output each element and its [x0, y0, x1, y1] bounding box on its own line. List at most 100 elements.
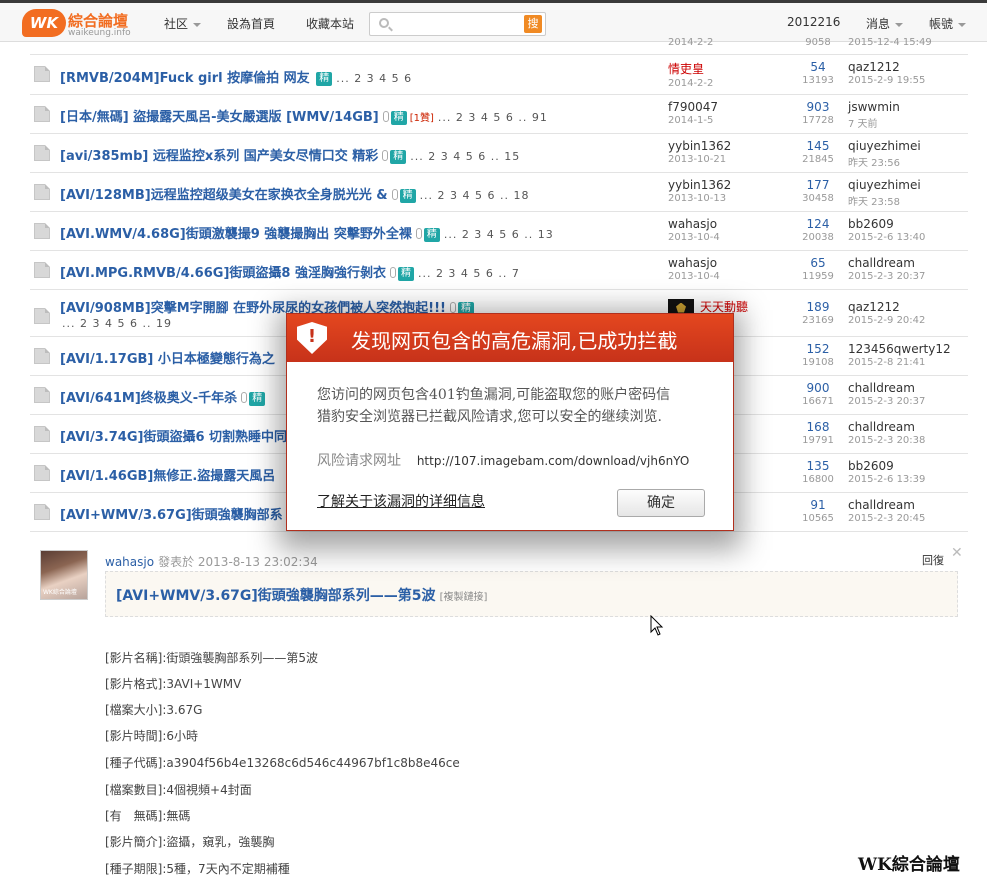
last-poster[interactable]: bb2609: [848, 217, 968, 231]
thread-title[interactable]: [AVI/1.46GB]無修正.盜撮露天風呂: [60, 465, 275, 484]
risk-url-row: 风险请求网址 http://107.imagebam.com/download/…: [317, 450, 733, 470]
last-poster[interactable]: challdream: [848, 420, 968, 434]
dialog-title: 发现网页包含的高危漏洞,已成功拦截: [351, 329, 678, 353]
last-poster[interactable]: jswwmin: [848, 100, 968, 114]
thread-title-text[interactable]: [AVI+WMV/3.67G]街頭強襲胸部系: [60, 508, 283, 523]
table-row[interactable]: [avi/385mb] 远程监控x系列 国产美女尽情口交 精彩精... 2 3 …: [30, 134, 968, 173]
thread-title-text[interactable]: [RMVB/204M]Fuck girl 按摩倫拍 网友: [60, 71, 310, 86]
thread-title[interactable]: [AVI.WMV/4.68G]街頭激襲撮9 強襲撮胸出 突擊野外全裸精 ... 2…: [60, 223, 554, 242]
nav-account-label: 帳號: [929, 17, 954, 31]
thread-title-text[interactable]: [AVI.WMV/4.68G]街頭激襲撮9 強襲撮胸出 突擊野外全裸: [60, 227, 412, 242]
copy-link-button[interactable]: [複製鏈接]: [440, 592, 488, 603]
last-post-date[interactable]: 2015-2-3 20:37: [848, 396, 968, 407]
post-field: [檔案數目]:4個視頻+4封面: [105, 781, 252, 798]
thread-title[interactable]: [AVI/1.17GB] 小日本極變態行為之: [60, 348, 275, 367]
page-links[interactable]: ... 2 3 4 5 6 .. 15: [410, 150, 520, 163]
nav-user-id[interactable]: 2012216: [787, 15, 840, 29]
chevron-down-icon: [895, 22, 904, 27]
thread-title-text[interactable]: [AVI/1.17GB] 小日本極變態行為之: [60, 352, 275, 367]
nav-set-home[interactable]: 設為首頁: [227, 15, 275, 32]
thread-date: 2013-10-4: [668, 271, 720, 282]
reply-count: 168: [806, 420, 830, 434]
nav-messages[interactable]: 消息: [866, 15, 904, 32]
search-input[interactable]: 搜: [369, 12, 546, 36]
field-key: [影片格式]:: [105, 677, 167, 691]
reply-count: 177: [806, 178, 830, 192]
last-post-date[interactable]: 7 天前: [848, 115, 968, 130]
last-poster[interactable]: 123456qwerty12: [848, 342, 968, 356]
close-icon[interactable]: ✕: [951, 545, 963, 561]
thread-author[interactable]: f790047: [668, 100, 778, 114]
nav-community[interactable]: 社区: [164, 15, 202, 32]
page-links[interactable]: ... 2 3 4 5 6 .. 13: [444, 228, 554, 241]
last-post-date[interactable]: 2015-2-6 13:40: [848, 232, 968, 243]
last-post-date[interactable]: 2015-2-8 21:41: [848, 357, 968, 368]
thread-title-text[interactable]: [AVI/128MB]远程监控超级美女在家换衣全身脱光光 &: [60, 188, 388, 203]
last-post-date[interactable]: 2015-2-9 20:42: [848, 315, 968, 326]
page-links[interactable]: ... 2 3 4 5 6 .. 7: [418, 267, 520, 280]
nav-account[interactable]: 帳號: [929, 15, 967, 32]
thread-title-text[interactable]: [日本/無碼] 盜撮露天風呂-美女嚴選版 [WMV/14GB]: [60, 110, 379, 125]
table-row[interactable]: [RMVB/204M]Fuck girl 按摩倫拍 网友 精... 2 3 4 …: [30, 55, 968, 95]
thread-title-text[interactable]: [AVI/3.74G]街頭盜攝6 切割熟睡中同: [60, 430, 287, 445]
search-button[interactable]: 搜: [524, 15, 542, 33]
thread-title[interactable]: [AVI/641M]终极奥义-千年杀精: [60, 387, 266, 406]
thread-author[interactable]: yybin1362: [668, 178, 778, 192]
avatar[interactable]: WK綜合論壇: [40, 550, 88, 600]
reply-count: 900: [806, 381, 830, 395]
last-post-date[interactable]: 2015-2-6 13:39: [848, 474, 968, 485]
page-links[interactable]: ... 2 3 4 5 6 .. 91: [438, 111, 548, 124]
document-icon: [34, 223, 50, 239]
last-post-date[interactable]: 2015-2-3 20:37: [848, 271, 968, 282]
last-poster[interactable]: challdream: [848, 381, 968, 395]
last-post-date[interactable]: 2015-2-3 20:45: [848, 513, 968, 524]
thread-title-text[interactable]: [AVI/1.46GB]無修正.盜撮露天風呂: [60, 469, 275, 484]
thread-author[interactable]: wahasjo: [668, 256, 778, 270]
last-post-date[interactable]: 昨天 23:56: [848, 154, 968, 169]
table-row[interactable]: [AVI.WMV/4.68G]街頭激襲撮9 強襲撮胸出 突擊野外全裸精 ... 2…: [30, 212, 968, 251]
table-row[interactable]: [AVI.MPG.RMVB/4.66G]街頭盜攝8 強淫胸強行剝衣精 ... 2 …: [30, 251, 968, 290]
logo-domain: waikeung.info: [68, 28, 131, 38]
thread-title[interactable]: [日本/無碼] 盜撮露天風呂-美女嚴選版 [WMV/14GB] 精 [1贊] ... …: [60, 106, 548, 125]
page-links[interactable]: ... 2 3 4 5 6 .. 18: [420, 189, 530, 202]
thread-author[interactable]: yybin1362: [668, 139, 778, 153]
last-post-date[interactable]: 2015-2-3 20:38: [848, 435, 968, 446]
page-links[interactable]: ... 2 3 4 5 6 .. 19: [62, 317, 172, 330]
last-poster[interactable]: challdream: [848, 256, 968, 270]
nav-bookmark[interactable]: 收藏本站: [306, 15, 354, 32]
thread-title[interactable]: [AVI+WMV/3.67G]街頭強襲胸部系: [60, 504, 283, 523]
thread-title[interactable]: [avi/385mb] 远程监控x系列 国产美女尽情口交 精彩精... 2 3 …: [60, 145, 520, 164]
reply-link[interactable]: 回復: [922, 552, 944, 568]
thread-title[interactable]: [AVI/3.74G]街頭盜攝6 切割熟睡中同: [60, 426, 287, 445]
thread-title[interactable]: [RMVB/204M]Fuck girl 按摩倫拍 网友 精... 2 3 4 …: [60, 67, 412, 86]
post-author[interactable]: wahasjo: [105, 555, 154, 569]
thread-title[interactable]: [AVI/128MB]远程监控超级美女在家换衣全身脱光光 & 精 ... 2 3 4…: [60, 184, 530, 203]
last-post-date[interactable]: 昨天 23:58: [848, 193, 968, 208]
vulnerability-details-link[interactable]: 了解关于该漏洞的详细信息: [317, 491, 485, 511]
thread-title-text[interactable]: [AVI.MPG.RMVB/4.66G]街頭盜攝8 強淫胸強行剝衣: [60, 266, 386, 281]
view-count: 13193: [802, 75, 834, 86]
last-poster[interactable]: qiuyezhimei: [848, 178, 968, 192]
shield-warning-icon: [297, 322, 327, 354]
view-count: 20038: [802, 232, 834, 243]
document-icon: [34, 465, 50, 481]
thread-author[interactable]: wahasjo: [668, 217, 778, 231]
last-poster[interactable]: challdream: [848, 498, 968, 512]
last-poster[interactable]: bb2609: [848, 459, 968, 473]
ok-button[interactable]: 确定: [617, 489, 705, 517]
site-logo[interactable]: WK 綜合論壇 waikeung.info: [22, 9, 140, 39]
thread-title-text[interactable]: [avi/385mb] 远程监控x系列 国产美女尽情口交 精彩: [60, 149, 378, 164]
last-poster[interactable]: qaz1212: [848, 60, 968, 74]
table-row[interactable]: [AVI/128MB]远程监控超级美女在家换衣全身脱光光 & 精 ... 2 3 4…: [30, 173, 968, 212]
page-links[interactable]: ... 2 3 4 5 6: [336, 72, 412, 85]
last-post-date[interactable]: 2015-2-9 19:55: [848, 75, 968, 86]
last-poster[interactable]: qaz1212: [848, 300, 968, 314]
nav-messages-label: 消息: [866, 17, 891, 31]
thread-author[interactable]: 情吏皇: [668, 60, 778, 77]
thread-title-text[interactable]: [AVI/641M]终极奥义-千年杀: [60, 391, 237, 406]
last-poster[interactable]: qiuyezhimei: [848, 139, 968, 153]
thread-title[interactable]: [AVI.MPG.RMVB/4.66G]街頭盜攝8 強淫胸強行剝衣精 ... 2 …: [60, 262, 520, 281]
table-row[interactable]: [日本/無碼] 盜撮露天風呂-美女嚴選版 [WMV/14GB] 精 [1贊] ... …: [30, 95, 968, 134]
post-meta: wahasjo 發表於 2013-8-13 23:02:34: [105, 553, 318, 570]
reply-count: 145: [806, 139, 830, 153]
